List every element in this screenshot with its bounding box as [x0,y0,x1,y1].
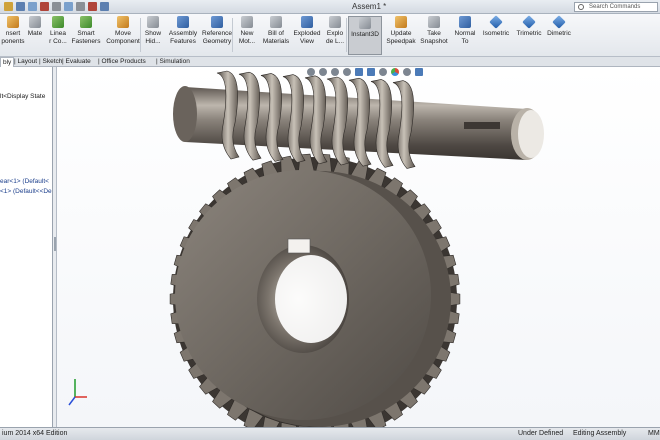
undo-icon[interactable] [52,2,61,11]
move-component-button[interactable]: Move Component [104,16,142,55]
instant3d-button[interactable]: Instant3D [348,16,382,55]
linear-pattern-icon [52,16,64,28]
new-motion-study-icon [241,16,253,28]
feature-manager-tree: lt<Display State ear<1> (Default< <1> (D… [0,67,53,427]
assembly-features-icon [177,16,189,28]
document-title: Assem1 * [352,2,387,11]
ribbon-button-label: Instant3D [351,31,379,38]
save-icon[interactable] [28,2,37,11]
ribbon-button-label: nsert ponents [1,30,25,45]
options-icon[interactable] [100,2,109,11]
search-commands-field[interactable]: Search Commands [574,2,658,12]
bore-opening [275,255,347,343]
search-placeholder: Search Commands [589,4,641,10]
dimetric-button[interactable]: Dimetric [544,15,574,55]
tab-evaluate[interactable]: | Evaluate [60,57,93,67]
dimetric-icon [552,15,566,29]
mate-button[interactable]: Mate [26,16,44,55]
show-hidden-button[interactable]: Show Hid... [142,16,164,55]
splitter-grip[interactable] [54,237,56,251]
status-edition: ium 2014 x64 Edition [2,430,68,437]
exploded-view-button[interactable]: Exploded View [292,16,322,55]
ribbon-button-label: Take Snapshot [420,30,448,45]
explode-line-button[interactable]: Explo de L... [324,16,346,55]
trimetric-button[interactable]: Trimetric [514,15,544,55]
ribbon-button-label: Bill of Materials [262,30,290,45]
smart-fasteners-button[interactable]: Smart Fasteners [70,16,102,55]
axis-triad [68,379,87,406]
open-icon[interactable] [16,2,25,11]
update-speedpak-button[interactable]: Update Speedpak [386,16,416,55]
ribbon-button-label: Normal To [454,30,476,45]
command-manager-tabs: bly | Layout | Sketch | Evaluate | Office Pr… [0,57,660,67]
ribbon-button-label: Update Speedpak [386,30,416,45]
explode-line-icon [329,16,341,28]
tree-item-worm[interactable]: <1> (Default<<De [0,188,52,195]
instant3d-icon [359,17,371,29]
redo-icon[interactable] [64,2,73,11]
linear-pattern-button[interactable]: Linea r Co... [48,16,68,55]
ribbon-button-label: Isometric [482,30,510,37]
ribbon-separator [346,18,347,52]
worm-gear-model[interactable] [57,67,660,427]
ribbon-button-label: Dimetric [547,30,571,37]
ribbon-button-label: Exploded View [293,30,321,45]
normal-to-button[interactable]: Normal To [452,16,478,55]
shaft-keyway [464,122,500,129]
exploded-view-icon [301,16,313,28]
take-snapshot-icon [428,16,440,28]
bill-of-materials-button[interactable]: Bill of Materials [262,16,290,55]
bill-of-materials-icon [270,16,282,28]
rebuild-icon[interactable] [88,2,97,11]
ribbon-button-label: Reference Geometry [202,30,232,45]
ribbon-button-label: Trimetric [516,30,542,37]
isometric-button[interactable]: Isometric [480,15,512,55]
status-mode: Editing Assembly [573,430,627,437]
status-bar: ium 2014 x64 Edition Under Defined Editi… [0,427,660,440]
update-speedpak-icon [395,16,407,28]
search-icon [578,4,584,10]
graphics-viewport[interactable] [57,67,660,427]
ribbon-button-label: Smart Fasteners [71,30,101,45]
select-icon[interactable] [76,2,85,11]
print-icon[interactable] [40,2,49,11]
status-definition: Under Defined [518,430,564,437]
show-hidden-icon [147,16,159,28]
trimetric-icon [522,15,536,29]
smart-fasteners-icon [80,16,92,28]
new-document-icon[interactable] [4,2,13,11]
ribbon-button-label: New Mot... [238,30,256,45]
ribbon-separator [232,18,233,52]
isometric-icon [489,15,503,29]
take-snapshot-button[interactable]: Take Snapshot [418,16,450,55]
tab-simulation[interactable]: | Simulation [154,57,192,67]
quick-access-toolbar [4,2,109,11]
ribbon-button-label: Show Hid... [144,30,162,45]
normal-to-icon [459,16,471,28]
ribbon-button-label: Move Component [106,30,140,45]
ribbon-separator [140,18,141,52]
tab-layout[interactable]: | Layout [12,57,39,67]
insert-components-button[interactable]: nsert ponents [0,16,26,55]
status-units[interactable]: MM [648,428,660,440]
ribbon-button-label: Linea r Co... [49,30,67,45]
ribbon-button-label: Assembly Features [168,30,198,45]
move-component-icon [117,16,129,28]
mate-icon [29,16,41,28]
reference-geometry-button[interactable]: Reference Geometry [200,16,234,55]
tab-office-products[interactable]: | Office Products [96,57,148,67]
assembly-features-button[interactable]: Assembly Features [168,16,198,55]
new-motion-study-button[interactable]: New Mot... [236,16,258,55]
ribbon-button-label: Explo de L... [325,30,345,45]
worm-threads [216,70,416,169]
title-bar: Assem1 * Search Commands [0,0,660,14]
reference-geometry-icon [211,16,223,28]
insert-components-icon [7,16,19,28]
tree-item-gear[interactable]: ear<1> (Default< [0,178,49,185]
command-manager-ribbon: nsert ponents Mate Linea r Co... Smart Fast… [0,14,660,57]
keyway [287,238,311,254]
ribbon-button-label: Mate [27,30,43,37]
tree-item-display-state[interactable]: lt<Display State [0,93,45,100]
